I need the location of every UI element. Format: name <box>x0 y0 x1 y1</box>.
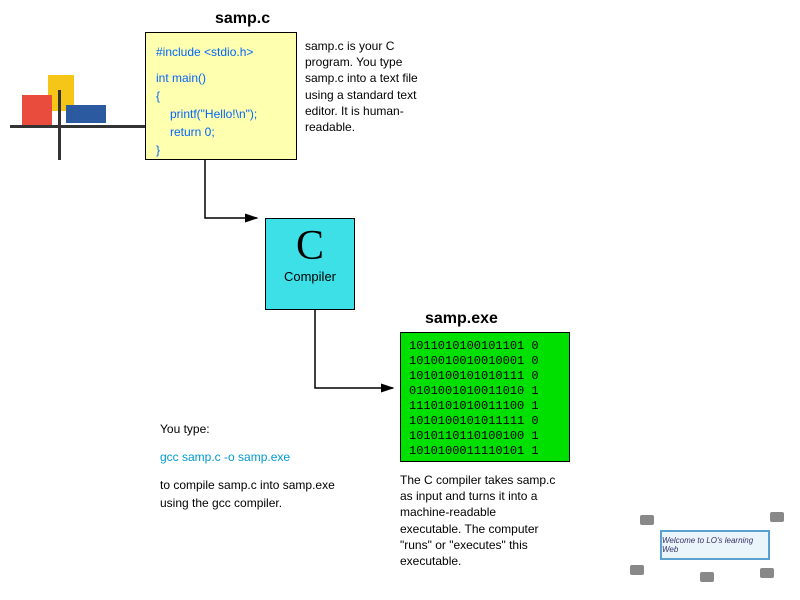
logo-vertical-bar <box>58 90 61 160</box>
binary-line: 1010100101010111 0 <box>409 369 561 384</box>
compiler-box: C Compiler <box>265 218 355 310</box>
compile-instructions: You type: gcc samp.c -o samp.exe to comp… <box>160 420 340 512</box>
logo-horizontal-bar <box>10 125 150 128</box>
logo-red-block <box>22 95 52 125</box>
footer-device-icon <box>630 565 644 575</box>
exe-title: samp.exe <box>425 310 498 328</box>
binary-line: 0101001010011010 1 <box>409 384 561 399</box>
compile-command: gcc samp.c -o samp.exe <box>160 448 340 466</box>
source-title: samp.c <box>215 10 270 28</box>
source-description: samp.c is your C program. You type samp.… <box>305 38 435 135</box>
code-line: } <box>156 141 286 159</box>
footer-banner: Welcome to LO's learning Web <box>660 530 770 560</box>
arrow-compiler-to-exe <box>305 310 405 400</box>
binary-line: 1010100011110101 1 <box>409 444 561 459</box>
binary-line: 1011010100101101 0 <box>409 339 561 354</box>
arrow-source-to-compiler <box>195 160 275 240</box>
slide-logo <box>10 75 130 165</box>
binary-line: 1110101010011100 1 <box>409 399 561 414</box>
footer-device-icon <box>640 515 654 525</box>
binary-line: 1010110110100100 1 <box>409 429 561 444</box>
executable-box: 1011010100101101 0 1010010010010001 0 10… <box>400 332 570 462</box>
logo-blue-block <box>66 105 106 123</box>
source-code-box: #include <stdio.h> int main() { printf("… <box>145 32 297 160</box>
binary-line: 1010010010010001 0 <box>409 354 561 369</box>
footer-device-icon <box>770 512 784 522</box>
footer-device-icon <box>760 568 774 578</box>
exe-description: The C compiler takes samp.c as input and… <box>400 472 560 569</box>
code-line: { <box>156 87 286 105</box>
compiler-label: Compiler <box>266 269 354 284</box>
compile-outro: to compile samp.c into samp.exe using th… <box>160 476 340 512</box>
footer-graphic: Welcome to LO's learning Web <box>630 510 790 590</box>
code-line: printf("Hello!\n"); <box>156 105 286 123</box>
compiler-letter: C <box>266 225 354 267</box>
code-line: #include <stdio.h> <box>156 43 286 61</box>
binary-line: 1010100101011111 0 <box>409 414 561 429</box>
code-line: return 0; <box>156 123 286 141</box>
footer-device-icon <box>700 572 714 582</box>
code-line: int main() <box>156 69 286 87</box>
compile-intro: You type: <box>160 420 340 438</box>
